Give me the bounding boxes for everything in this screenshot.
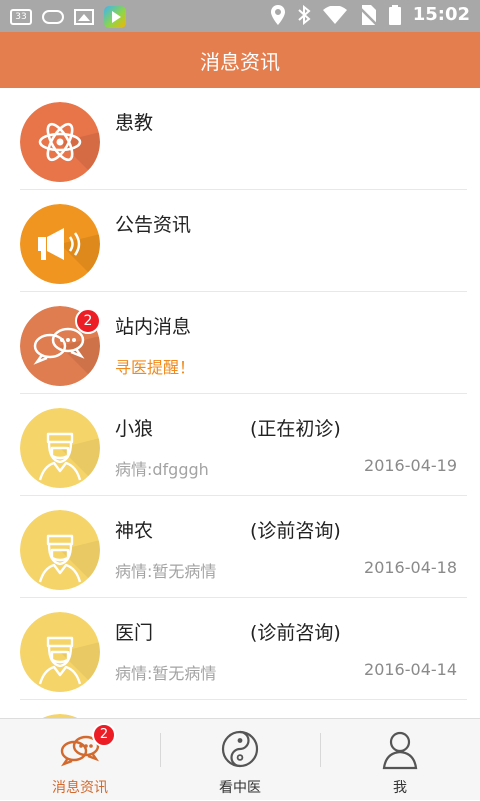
tab-me[interactable]: 我 xyxy=(320,719,480,801)
list-item-patient-education[interactable]: 患教 xyxy=(20,88,467,190)
item-date: 2016-04-19 xyxy=(364,456,457,475)
tab-messages[interactable]: 2 消息资讯 xyxy=(0,719,160,801)
doctor-name: 小狼 xyxy=(115,418,154,440)
no-sim-icon xyxy=(358,4,377,25)
megaphone-icon xyxy=(20,204,100,284)
sim-icon: 33 xyxy=(10,9,32,25)
list-item-site-messages[interactable]: 2 站内消息 寻医提醒！ xyxy=(20,292,467,394)
wifi-icon xyxy=(322,5,347,24)
clock: 15:02 xyxy=(412,4,470,25)
tab-unread-badge: 2 xyxy=(92,723,116,747)
tab-chinese-medicine[interactable]: 看中医 xyxy=(160,719,320,801)
list-item-doctor[interactable]: 小狼 (正在初诊) 病情:dfgggh 2016-04-19 xyxy=(20,394,467,496)
image-icon xyxy=(74,9,94,25)
atom-icon xyxy=(20,102,100,182)
condition-text: 病情:暂无病情 xyxy=(115,562,217,581)
bottom-tab-bar: 2 消息资讯 看中医 我 xyxy=(0,718,480,800)
page-title: 消息资讯 xyxy=(200,49,280,74)
yin-yang-icon xyxy=(221,730,259,768)
item-title: 公告资讯 xyxy=(115,214,192,236)
item-title: 患教 xyxy=(115,112,154,134)
status-bar: 33 15:02 xyxy=(0,0,480,32)
header-bar: 消息资讯 xyxy=(0,32,480,88)
item-date: 2016-04-14 xyxy=(364,660,457,679)
location-icon xyxy=(270,4,285,25)
list-item-doctor[interactable]: 神农 (诊前咨询) 病情:暂无病情 2016-04-18 xyxy=(20,496,467,598)
condition-text: 病情:暂无病情 xyxy=(115,664,217,683)
item-title: 站内消息 xyxy=(115,316,192,338)
item-subtitle: 寻医提醒！ xyxy=(115,358,196,377)
tab-label: 看中医 xyxy=(219,780,261,796)
tab-label: 消息资讯 xyxy=(52,780,108,796)
doctor-avatar-icon xyxy=(20,510,100,590)
consult-status: (诊前咨询) xyxy=(250,622,341,644)
doctor-name: 神农 xyxy=(115,520,154,542)
unread-badge: 2 xyxy=(75,308,101,334)
doctor-avatar-icon xyxy=(20,612,100,692)
person-icon xyxy=(382,731,418,770)
condition-text: 病情:dfgggh xyxy=(115,460,209,479)
consult-status: (诊前咨询) xyxy=(250,520,341,542)
bluetooth-icon xyxy=(298,4,311,25)
cloud-icon xyxy=(42,10,64,24)
doctor-name: 医门 xyxy=(115,622,154,644)
battery-icon xyxy=(388,4,401,25)
list-item-announcements[interactable]: 公告资讯 xyxy=(20,190,467,292)
play-store-icon xyxy=(104,6,126,28)
message-list: 患教 公告资讯 2 站内消息 寻医提醒！ 小狼 (正在初诊) 病情:dfgggh… xyxy=(0,88,480,718)
item-date: 2016-04-18 xyxy=(364,558,457,577)
doctor-avatar-icon xyxy=(20,408,100,488)
tab-label: 我 xyxy=(393,780,407,796)
consult-status: (正在初诊) xyxy=(250,418,341,440)
list-item-doctor[interactable]: 医门 (诊前咨询) 病情:暂无病情 2016-04-14 xyxy=(20,598,467,700)
list-item-doctor-partial[interactable] xyxy=(20,700,467,718)
